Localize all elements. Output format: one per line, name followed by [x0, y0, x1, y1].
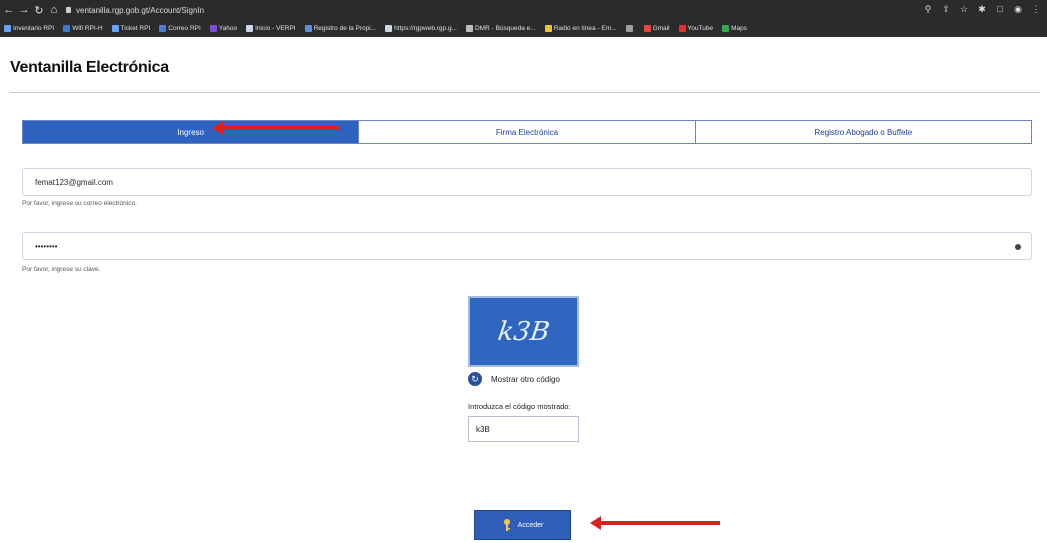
bookmark-item[interactable]: Inicio - VERPI	[246, 25, 296, 32]
login-key-icon	[502, 518, 512, 532]
captcha-image: k3B	[468, 296, 579, 367]
share-icon[interactable]: ⇧	[941, 3, 951, 15]
bookmark-label: Maps	[731, 25, 747, 32]
bookmark-item[interactable]: Ticket RPI	[111, 25, 151, 32]
browser-toolbar: ← → ↻ ⌂ ventanilla.rgp.gob.gt/Account/Si…	[0, 0, 1047, 20]
show-password-icon[interactable]	[1015, 244, 1021, 250]
menu-icon[interactable]: ⋮	[1031, 3, 1041, 15]
home-icon[interactable]: ⌂	[48, 3, 60, 17]
annotation-arrow-tab	[212, 121, 340, 135]
bookmark-favicon-icon	[159, 25, 167, 32]
captcha-input-label: Introduzca el código mostrado:	[468, 402, 571, 411]
email-value: femat123@gmail.com	[35, 177, 113, 187]
extensions-icon[interactable]: ✱	[977, 3, 987, 15]
profile-icon[interactable]: ◉	[1013, 3, 1023, 15]
bookmark-favicon-icon	[722, 25, 730, 32]
bookmark-label: Registro de la Propi...	[313, 25, 377, 32]
bookmark-label: Radio en línea - Em...	[553, 25, 617, 32]
tab-bar: Ingreso Firma Electrónica Registro Aboga…	[22, 120, 1032, 144]
password-field[interactable]: ••••••••	[22, 232, 1032, 260]
bookmark-label: Ticket RPI	[120, 25, 151, 32]
toolbar-icons: ⚲ ⇧ ☆ ✱ □ ◉ ⋮	[923, 3, 1041, 15]
bookmark-label: DMR - Búsqueda e...	[474, 25, 536, 32]
bookmark-favicon-icon	[643, 25, 651, 32]
bookmark-label: Inicio - VERPI	[255, 25, 296, 32]
bookmark-item[interactable]: Inventario RPI	[4, 25, 54, 32]
bookmark-item[interactable]: Radio en línea - Em...	[544, 25, 617, 32]
bookmark-item[interactable]: Wifi RPI-H	[63, 25, 103, 32]
back-icon[interactable]: ←	[3, 3, 15, 17]
bookmark-favicon-icon	[678, 25, 686, 32]
bookmark-item[interactable]: Gmail	[643, 25, 670, 32]
bookmark-favicon-icon	[465, 25, 473, 32]
email-help-text: Por favor, ingrese su correo electrónico…	[22, 200, 137, 207]
login-button-label: Acceder	[517, 521, 544, 529]
page-title: Ventanilla Electrónica	[10, 59, 169, 76]
bookmarks-bar: Inventario RPI Wifi RPI-H Ticket RPI Correo…	[0, 20, 1047, 37]
bookmark-item[interactable]: Yahoo	[209, 25, 238, 32]
bookmark-favicon-icon	[544, 25, 552, 32]
password-help-text: Por favor, ingrese su clave.	[22, 266, 101, 273]
bookmark-favicon-icon	[385, 25, 393, 32]
login-button[interactable]: Acceder	[474, 510, 571, 540]
bookmark-item[interactable]: Correo RPI	[159, 25, 201, 32]
refresh-captcha-label: Mostrar otro código	[491, 374, 560, 384]
bookmark-label: Correo RPI	[168, 25, 201, 32]
sidebar-icon[interactable]: □	[995, 3, 1005, 15]
refresh-captcha-link[interactable]: ↻ Mostrar otro código	[468, 372, 560, 386]
bookmark-item[interactable]: YouTube	[678, 25, 714, 32]
annotation-arrow-button	[590, 516, 720, 530]
tab-ingreso[interactable]: Ingreso	[23, 121, 360, 143]
bookmark-item[interactable]	[625, 25, 635, 32]
lock-icon	[66, 7, 71, 13]
forward-icon[interactable]: →	[18, 3, 30, 17]
bookmark-item[interactable]: https://rgpweb.rgp.g...	[385, 25, 457, 32]
bookmark-favicon-icon	[209, 25, 217, 32]
bookmark-favicon-icon	[4, 25, 11, 32]
email-field[interactable]: femat123@gmail.com	[22, 168, 1032, 196]
bookmark-favicon-icon	[246, 25, 254, 32]
refresh-icon[interactable]: ↻	[468, 372, 482, 386]
bookmark-label: Inventario RPI	[13, 25, 55, 32]
captcha-code: k3B	[495, 316, 552, 347]
bookmark-label: Yahoo	[218, 25, 238, 32]
bookmark-label: YouTube	[687, 25, 714, 32]
reload-icon[interactable]: ↻	[33, 3, 45, 17]
star-icon[interactable]: ☆	[959, 3, 969, 15]
key-icon[interactable]: ⚲	[923, 3, 933, 15]
bookmark-label: Gmail	[652, 25, 670, 32]
bookmark-item[interactable]: DMR - Búsqueda e...	[465, 25, 536, 32]
tab-firma-electronica[interactable]: Firma Electrónica	[359, 121, 696, 143]
bookmark-favicon-icon	[625, 25, 633, 32]
captcha-input-value: k3B	[476, 424, 490, 434]
bookmark-item[interactable]: Maps	[722, 25, 747, 32]
header-divider	[10, 92, 1040, 93]
bookmark-favicon-icon	[111, 25, 119, 32]
address-bar[interactable]: ventanilla.rgp.gob.gt/Account/SignIn	[66, 3, 966, 17]
bookmark-favicon-icon	[63, 25, 71, 32]
bookmark-label: Wifi RPI-H	[72, 25, 103, 32]
captcha-input[interactable]: k3B	[468, 416, 579, 442]
address-bar-url: ventanilla.rgp.gob.gt/Account/SignIn	[76, 5, 205, 15]
password-value: ••••••••	[35, 241, 58, 251]
tab-registro-abogado[interactable]: Registro Abogado o Buffete	[695, 121, 1031, 143]
bookmark-favicon-icon	[304, 25, 312, 32]
bookmark-label: https://rgpweb.rgp.g...	[394, 25, 457, 32]
bookmark-item[interactable]: Registro de la Propi...	[304, 25, 377, 32]
